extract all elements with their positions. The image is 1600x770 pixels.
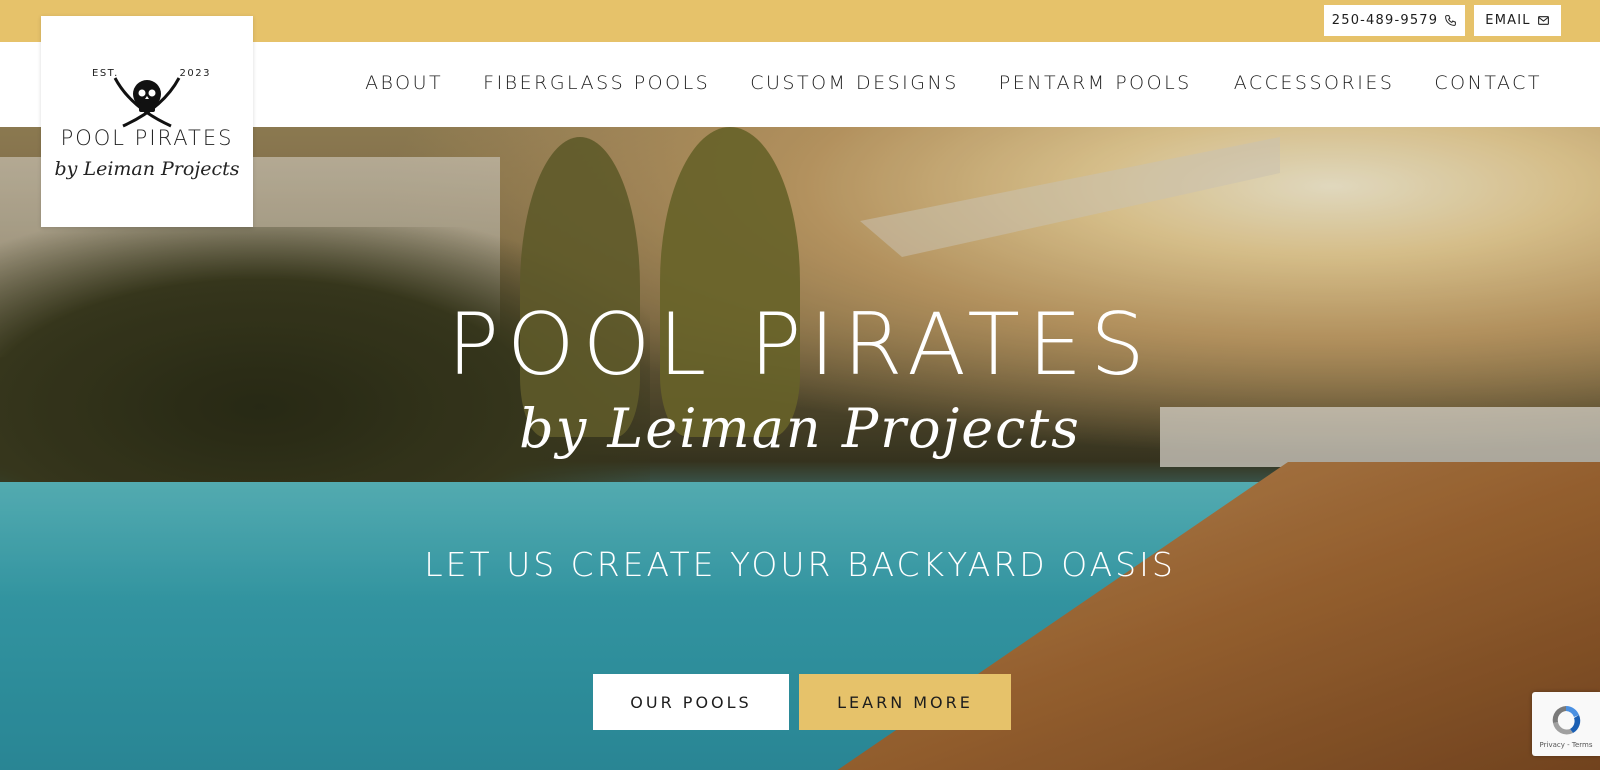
hero-tagline: LET US CREATE YOUR BACKYARD OASIS xyxy=(424,545,1176,584)
main-nav: ABOUT FIBERGLASS POOLS CUSTOM DESIGNS PE… xyxy=(365,72,1542,94)
skull-crossed-swords-icon xyxy=(113,77,181,128)
our-pools-button[interactable]: OUR POOLS xyxy=(593,674,789,730)
recaptcha-icon xyxy=(1552,706,1581,735)
phone-number: 250-489-9579 xyxy=(1331,13,1439,28)
nav-about[interactable]: ABOUT xyxy=(365,72,443,94)
logo-name: POOL PIRATES xyxy=(60,126,234,150)
email-label: EMAIL xyxy=(1485,13,1531,28)
logo-byline: by Leiman Projects xyxy=(54,158,240,180)
logo-year: 2023 xyxy=(179,68,211,79)
nav-pentarm-pools[interactable]: PENTARM POOLS xyxy=(999,72,1192,94)
mail-icon xyxy=(1537,16,1549,25)
phone-icon xyxy=(1445,15,1457,26)
nav-custom-designs[interactable]: CUSTOM DESIGNS xyxy=(750,72,959,94)
hero-title: POOL PIRATES xyxy=(447,295,1153,395)
phone-link[interactable]: 250-489-9579 xyxy=(1324,5,1465,36)
nav-accessories[interactable]: ACCESSORIES xyxy=(1234,72,1395,94)
recaptcha-badge[interactable]: Privacy - Terms xyxy=(1532,692,1600,756)
learn-more-button[interactable]: LEARN MORE xyxy=(799,674,1011,730)
nav-fiberglass-pools[interactable]: FIBERGLASS POOLS xyxy=(483,72,710,94)
site-logo[interactable]: EST. 2023 POOL PIRATES by Leiman Project… xyxy=(41,16,253,227)
recaptcha-links: Privacy - Terms xyxy=(1539,741,1593,749)
email-link[interactable]: EMAIL xyxy=(1474,5,1561,36)
hero-byline: by Leiman Projects xyxy=(519,397,1081,460)
nav-contact[interactable]: CONTACT xyxy=(1434,72,1542,94)
